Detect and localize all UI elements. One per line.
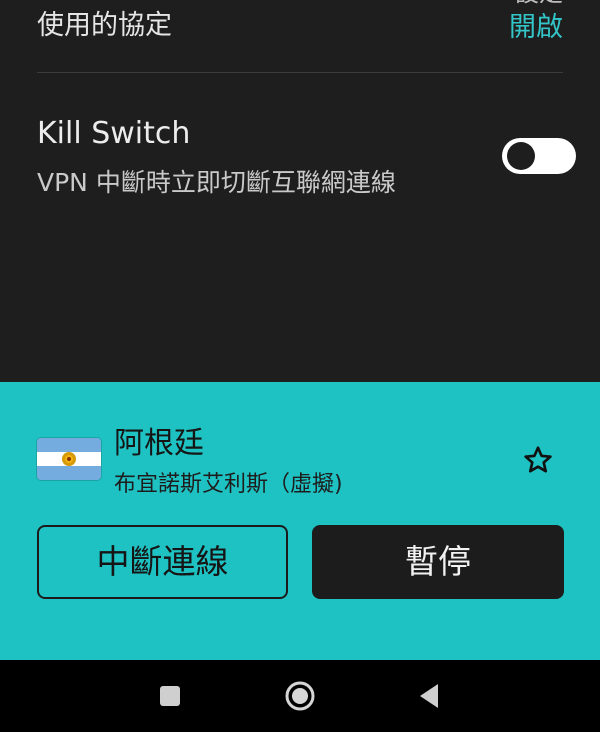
square-recents-icon[interactable] (152, 678, 188, 714)
pause-button[interactable]: 暫停 (312, 525, 564, 599)
circle-home-icon[interactable] (282, 678, 318, 714)
system-nav-bar (0, 660, 600, 732)
protocol-row[interactable]: 設定 使用的協定 開啟 (37, 0, 563, 72)
disconnect-button[interactable]: 中斷連線 (37, 525, 288, 599)
kill-switch-row[interactable]: Kill Switch VPN 中斷時立即切斷互聯網連線 (37, 110, 576, 210)
kill-switch-description: VPN 中斷時立即切斷互聯網連線 (37, 168, 396, 197)
protocol-value: 開啟 (509, 12, 563, 43)
kill-switch-toggle[interactable] (502, 138, 576, 174)
toggle-knob (507, 142, 535, 170)
kill-switch-title: Kill Switch (37, 116, 191, 151)
country-name: 阿根廷 (114, 426, 204, 461)
cut-off-text: 設定 (515, 0, 563, 8)
divider (37, 72, 563, 73)
settings-panel: 設定 使用的協定 開啟 Kill Switch VPN 中斷時立即切斷互聯網連線 (0, 0, 600, 382)
protocol-label: 使用的協定 (37, 10, 172, 41)
connection-sheet: 阿根廷 布宜諾斯艾利斯（虛擬) 中斷連線 暫停 (0, 382, 600, 660)
triangle-back-icon[interactable] (412, 678, 448, 714)
vpn-screen: 設定 使用的協定 開啟 Kill Switch VPN 中斷時立即切斷互聯網連線… (0, 0, 600, 732)
city-name: 布宜諾斯艾利斯（虛擬) (114, 472, 343, 497)
star-icon[interactable] (522, 444, 554, 476)
argentina-flag-icon (37, 438, 101, 480)
